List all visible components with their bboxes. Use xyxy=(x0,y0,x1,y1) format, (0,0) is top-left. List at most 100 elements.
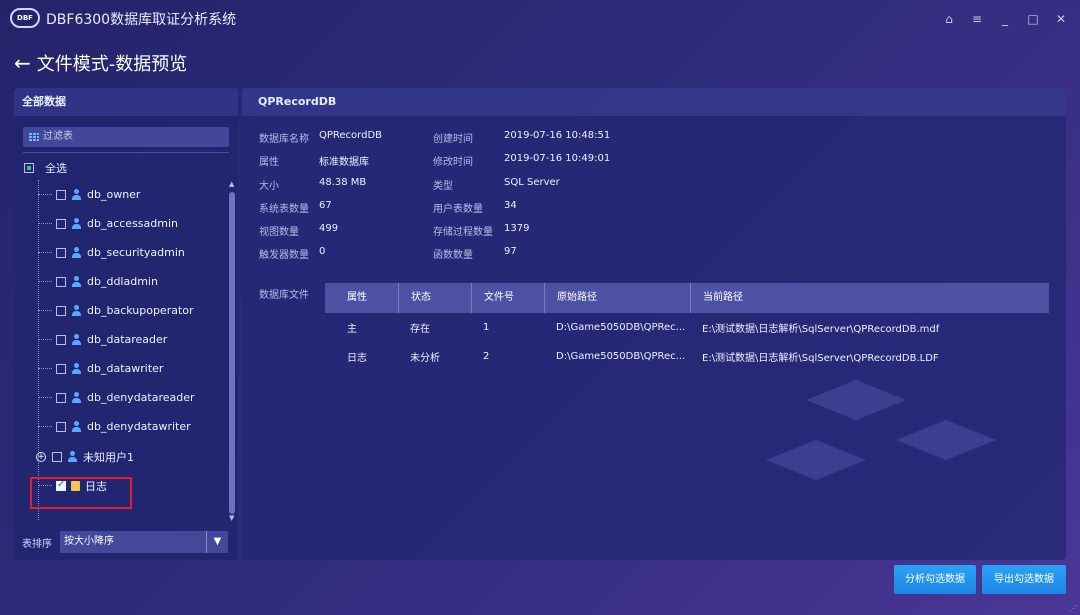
table-cell: 日志 xyxy=(347,353,367,364)
tree-item-label: db_denydatareader xyxy=(87,391,195,404)
tree-item[interactable]: db_datawriter xyxy=(14,354,228,383)
column-header[interactable]: 状态 xyxy=(398,283,471,313)
filter-input[interactable]: 过滤表 xyxy=(23,127,229,147)
page-header: ← 文件模式-数据预览 xyxy=(14,50,187,76)
item-checkbox[interactable] xyxy=(56,363,66,374)
table-cell: 未分析 xyxy=(410,353,440,364)
info-row: 数据库名称 QPRecordDB 创建时间 2019-07-16 10:48:51 xyxy=(259,130,611,145)
divider xyxy=(23,152,229,153)
analyze-selected-button[interactable]: 分析勾选数据 xyxy=(894,565,976,594)
home-icon[interactable]: ⌂ xyxy=(942,12,956,26)
menu-icon[interactable]: ≡ xyxy=(970,12,984,26)
tree-item[interactable]: db_owner xyxy=(14,180,228,209)
sort-value: 按大小降序 xyxy=(64,536,114,547)
user-icon xyxy=(71,218,81,229)
highlight-box xyxy=(30,477,132,509)
tree-item-label: db_accessadmin xyxy=(87,217,178,230)
column-header[interactable]: 原始路径 xyxy=(544,283,690,313)
item-checkbox[interactable] xyxy=(56,189,66,200)
tree-item-label: db_denydatawriter xyxy=(87,420,191,433)
sort-select[interactable]: 按大小降序 ▼ xyxy=(60,531,228,553)
column-header[interactable]: 当前路径 xyxy=(690,283,1049,313)
tree-item[interactable]: db_denydatawriter xyxy=(14,412,228,441)
table-cell: 2 xyxy=(483,351,490,362)
table-cell: D:\Game5050DB\QPRec... xyxy=(556,351,686,362)
table-cell: E:\测试数据\日志解析\SqlServer\QPRecordDB.mdf xyxy=(702,324,940,335)
maximize-icon[interactable]: □ xyxy=(1026,12,1040,26)
export-selected-button[interactable]: 导出勾选数据 xyxy=(982,565,1066,594)
user-icon xyxy=(67,451,77,462)
item-checkbox[interactable] xyxy=(56,276,66,287)
table-cell: 主 xyxy=(347,324,357,335)
detail-header: QPRecordDB xyxy=(242,88,1066,116)
user-icon xyxy=(71,421,81,432)
panel-header: 全部数据 xyxy=(14,88,238,116)
user-icon xyxy=(71,392,81,403)
chevron-down-icon[interactable]: ▼ xyxy=(206,531,228,553)
scroll-up-icon[interactable]: ▲ xyxy=(229,180,234,188)
user-icon xyxy=(71,276,81,287)
item-checkbox[interactable] xyxy=(56,421,66,432)
item-checkbox[interactable] xyxy=(56,247,66,258)
column-header[interactable]: 文件号 xyxy=(471,283,544,313)
table-row[interactable]: 日志 未分析 2 D:\Game5050DB\QPRec... E:\测试数据\… xyxy=(325,342,1049,371)
tree-item-label: db_securityadmin xyxy=(87,246,185,259)
sort-label: 表排序 xyxy=(22,538,52,550)
files-label: 数据库文件 xyxy=(259,290,309,301)
tree-item-label: db_backupoperator xyxy=(87,304,194,317)
user-icon xyxy=(71,334,81,345)
select-all[interactable]: 全选 xyxy=(24,160,67,176)
tree-item[interactable]: db_accessadmin xyxy=(14,209,228,238)
close-icon[interactable]: ✕ xyxy=(1054,12,1068,26)
user-icon xyxy=(71,305,81,316)
table-grid-icon xyxy=(29,133,39,141)
tree-item[interactable]: db_datareader xyxy=(14,325,228,354)
sort-row: 表排序 按大小降序 ▼ xyxy=(14,528,238,556)
item-checkbox[interactable] xyxy=(56,305,66,316)
item-checkbox[interactable] xyxy=(52,451,62,462)
tree-item-unknown-user[interactable]: + 未知用户1 xyxy=(14,442,228,471)
tree-item[interactable]: db_ddladmin xyxy=(14,267,228,296)
info-row: 系统表数量 67 用户表数量 34 xyxy=(259,200,517,215)
minimize-icon[interactable]: _ xyxy=(998,12,1012,26)
user-icon xyxy=(71,363,81,374)
select-all-label: 全选 xyxy=(45,162,67,175)
scroll-thumb[interactable] xyxy=(229,192,235,514)
tree-scrollbar[interactable]: ▲ ▼ xyxy=(229,180,235,522)
info-row: 触发器数量 0 函数数量 97 xyxy=(259,246,517,261)
user-icon xyxy=(71,247,81,258)
resize-grip-icon[interactable]: ⋰ xyxy=(1069,604,1077,613)
info-row: 属性 标准数据库 修改时间 2019-07-16 10:49:01 xyxy=(259,153,611,168)
info-row: 视图数量 499 存储过程数量 1379 xyxy=(259,223,530,238)
column-header[interactable]: 属性 xyxy=(325,283,398,313)
files-table: 属性 状态 文件号 原始路径 当前路径 主 存在 1 D:\Game5050DB… xyxy=(325,283,1049,371)
table-row[interactable]: 主 存在 1 D:\Game5050DB\QPRec... E:\测试数据\日志… xyxy=(325,313,1049,342)
table-cell: E:\测试数据\日志解析\SqlServer\QPRecordDB.LDF xyxy=(702,353,939,364)
page-title: 文件模式-数据预览 xyxy=(36,54,188,75)
window-controls: ⌂ ≡ _ □ ✕ xyxy=(942,12,1068,26)
tree-item[interactable]: db_securityadmin xyxy=(14,238,228,267)
table-cell: 存在 xyxy=(410,324,430,335)
item-checkbox[interactable] xyxy=(56,218,66,229)
item-checkbox[interactable] xyxy=(56,392,66,403)
table-header: 属性 状态 文件号 原始路径 当前路径 xyxy=(325,283,1049,313)
filter-placeholder: 过滤表 xyxy=(43,131,73,142)
info-row: 大小 48.38 MB 类型 SQL Server xyxy=(259,177,560,192)
title-bar: DBF DBF6300数据库取证分析系统 ⌂ ≡ _ □ ✕ xyxy=(0,0,1080,40)
select-all-checkbox[interactable] xyxy=(24,163,34,173)
tree-item-label: db_datawriter xyxy=(87,362,164,375)
back-arrow-icon[interactable]: ← xyxy=(14,51,31,75)
expand-plus-icon[interactable]: + xyxy=(36,451,46,462)
tree-item[interactable]: db_backupoperator xyxy=(14,296,228,325)
tree-item-label: db_owner xyxy=(87,188,141,201)
item-checkbox[interactable] xyxy=(56,334,66,345)
decorative-shapes xyxy=(766,380,996,480)
app-title: DBF6300数据库取证分析系统 xyxy=(46,12,237,28)
scroll-down-icon[interactable]: ▼ xyxy=(229,514,234,522)
tree-item[interactable]: db_denydatareader xyxy=(14,383,228,412)
user-icon xyxy=(71,189,81,200)
tree-item-label: 未知用户1 xyxy=(83,450,134,464)
app-logo: DBF xyxy=(10,8,40,28)
table-cell: D:\Game5050DB\QPRec... xyxy=(556,322,686,333)
tree-item-label: db_ddladmin xyxy=(87,275,158,288)
